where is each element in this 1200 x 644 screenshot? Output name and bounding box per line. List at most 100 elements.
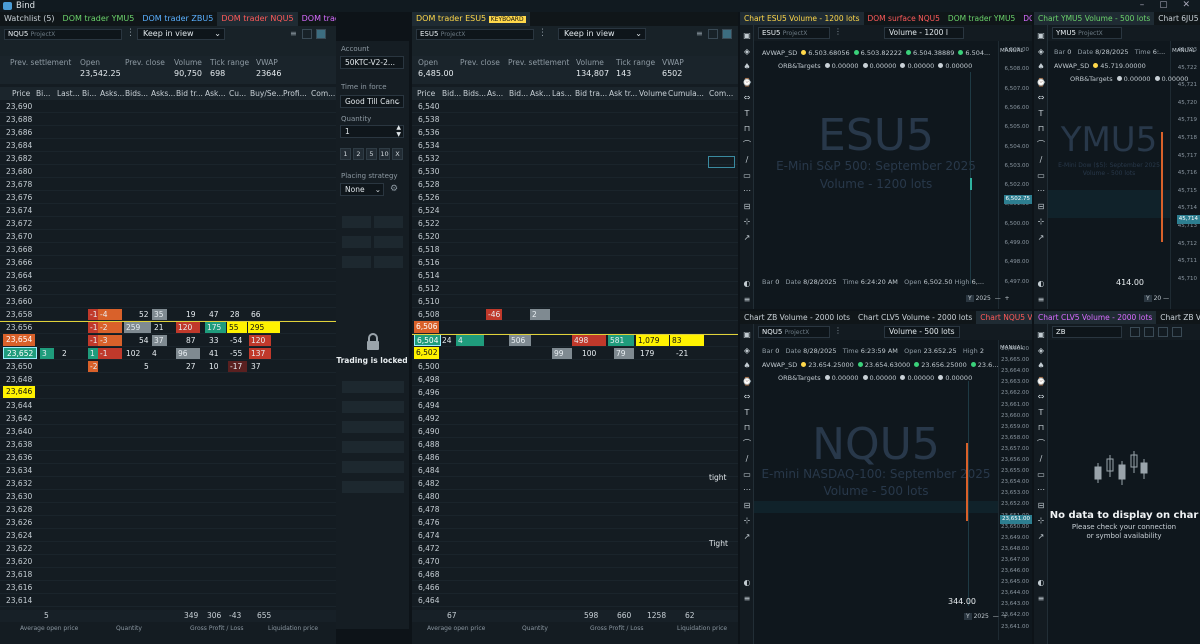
order-cell[interactable]: -1 xyxy=(88,322,98,333)
column-header-cell[interactable]: Las... xyxy=(552,89,572,98)
ladder-row[interactable]: 23,638 xyxy=(0,438,336,451)
column-header-cell[interactable]: Bid... xyxy=(442,89,461,98)
price-ladder[interactable]: 6,540 6,538 6,536 6,534 6,532 6,530 6,528 6,526… xyxy=(412,100,738,610)
qty-preset-5[interactable]: 5 xyxy=(366,148,377,160)
indicator-orb[interactable]: ORB&Targets 0.00000 0.00000 0.00000 0.00000 xyxy=(778,62,972,70)
measure-icon[interactable]: ⇔ xyxy=(1036,93,1046,103)
order-cell[interactable]: 96 xyxy=(176,348,200,359)
visibility-icon[interactable]: ◐ xyxy=(1036,279,1046,289)
indicator-orb[interactable]: ORB&Targets 0.00000 0.00000 0.00000 0.00000 xyxy=(778,374,972,382)
order-cell[interactable]: -2 xyxy=(88,361,98,372)
split-icon[interactable]: ⊟ xyxy=(1036,501,1046,511)
cursor-icon[interactable]: ▣ xyxy=(742,31,752,41)
symbol-selector[interactable]: ESU5 ProjectX xyxy=(416,29,534,40)
order-cell[interactable]: 24 xyxy=(440,335,456,346)
tab-chart-ymu5[interactable]: Chart YMU5 Volume - 500 lots xyxy=(1034,12,1155,25)
ladder-row[interactable]: 23,658 -1 -4 52 35 19 47 28 66 xyxy=(0,308,336,321)
curve-icon[interactable]: ⌒ xyxy=(1036,439,1046,449)
column-header-cell[interactable]: Last... xyxy=(57,89,80,98)
layout-fill-icon[interactable] xyxy=(722,29,732,39)
dots-icon[interactable]: ⋯ xyxy=(742,485,752,495)
ladder-row[interactable]: 23,630 xyxy=(0,490,336,503)
order-cell[interactable]: 47 xyxy=(207,309,225,320)
trend-icon[interactable]: ⊓ xyxy=(742,423,752,433)
order-cell[interactable]: 4 xyxy=(150,348,160,359)
ladder-row[interactable]: 6,514 xyxy=(412,269,738,282)
keep-in-view-select[interactable]: Keep in view ⌄ xyxy=(137,28,225,40)
crosshair-icon[interactable]: ⊹ xyxy=(742,516,752,526)
cursor-icon[interactable]: ▣ xyxy=(742,330,752,340)
ladder-row[interactable]: 23,636 xyxy=(0,451,336,464)
layers-icon[interactable]: ◈ xyxy=(742,346,752,356)
column-header-cell[interactable]: Price xyxy=(417,89,435,98)
measure-icon[interactable]: ⇔ xyxy=(742,392,752,402)
tab-dom-surface-nqu5[interactable]: DOM surface NQU5 xyxy=(864,12,944,25)
tab-chart-6ju5[interactable]: Chart 6JU5 Volu xyxy=(1154,12,1200,25)
ladder-row[interactable]: 6,526 xyxy=(412,191,738,204)
ladder-row[interactable]: 6,480 xyxy=(412,490,738,503)
arrow-icon[interactable]: ↗ xyxy=(742,532,752,542)
ladder-row[interactable]: 6,528 xyxy=(412,178,738,191)
cursor-icon[interactable]: ▣ xyxy=(1036,31,1046,41)
dots-icon[interactable]: ⋯ xyxy=(1036,485,1046,495)
ladder-row[interactable]: 6,510 xyxy=(412,295,738,308)
tab-dom-surface[interactable]: DOM surfac xyxy=(1019,12,1032,25)
order-cell[interactable]: -46 xyxy=(486,309,502,320)
order-cell[interactable]: 2 xyxy=(60,348,78,359)
crosshair-icon[interactable]: ⊹ xyxy=(742,217,752,227)
ladder-row[interactable]: 6,486 xyxy=(412,451,738,464)
split-icon[interactable]: ⊟ xyxy=(1036,202,1046,212)
order-cell[interactable]: 498 xyxy=(572,335,606,346)
order-cell[interactable]: 4 xyxy=(456,335,484,346)
layout-split-icon[interactable] xyxy=(1158,327,1168,337)
ladder-row[interactable]: 6,522 xyxy=(412,217,738,230)
ladder-row[interactable]: 23,674 xyxy=(0,204,336,217)
trend-icon[interactable]: ⊓ xyxy=(1036,423,1046,433)
ladder-row[interactable]: 23,684 xyxy=(0,139,336,152)
settings-icon[interactable]: ≡ xyxy=(290,29,297,38)
ladder-row[interactable]: 6,488 xyxy=(412,438,738,451)
ladder-row[interactable]: 6,538 xyxy=(412,113,738,126)
qty-preset-10[interactable]: 10 xyxy=(379,148,390,160)
ladder-row[interactable]: 23,654 -1 -3 54 37 87 33 -54 120 xyxy=(0,334,336,347)
column-header-cell[interactable]: Bids... xyxy=(125,89,148,98)
price-axis[interactable]: 23,666.00 23,665.00 23,664.00 23,663.00 23,6… xyxy=(998,340,1032,640)
line-icon[interactable]: ∕ xyxy=(1036,454,1046,464)
order-cell[interactable]: 259 xyxy=(124,322,151,333)
chart-interval-select[interactable]: Volume - 1200 l xyxy=(884,27,964,39)
line-icon[interactable]: ∕ xyxy=(742,155,752,165)
text-icon[interactable]: T xyxy=(1036,109,1046,119)
order-cell[interactable]: -2 xyxy=(98,322,122,333)
ladder-row[interactable]: 6,500 xyxy=(412,360,738,373)
ladder-row[interactable]: 23,614 xyxy=(0,594,336,607)
ladder-row[interactable]: 6,518 xyxy=(412,243,738,256)
order-cell[interactable]: 3 xyxy=(40,348,54,359)
measure-icon[interactable]: ⇔ xyxy=(1036,392,1046,402)
order-cell[interactable]: 87 xyxy=(184,335,202,346)
qty-clear-button[interactable]: X xyxy=(392,148,403,160)
quantity-input[interactable]: 1 ▲ ▼ xyxy=(340,124,404,138)
tab-chart-zb[interactable]: Chart ZB Volume - 2000 lots xyxy=(740,311,854,324)
ladder-row[interactable]: 6,490 xyxy=(412,425,738,438)
ladder-row[interactable]: 23,664 xyxy=(0,269,336,282)
ladder-row[interactable]: 6,474 xyxy=(412,529,738,542)
order-cell[interactable]: 2 xyxy=(530,309,550,320)
column-header-cell[interactable]: Ask... xyxy=(205,89,226,98)
tab-chart-esu5[interactable]: Chart ESU5 Volume - 1200 lots xyxy=(740,12,864,25)
order-cell[interactable]: 120 xyxy=(249,335,271,346)
ladder-row[interactable]: 23,616 xyxy=(0,581,336,594)
order-cell[interactable]: -3 xyxy=(98,335,122,346)
stepper-icon[interactable]: ▲ ▼ xyxy=(396,124,401,138)
qty-preset-2[interactable]: 2 xyxy=(353,148,364,160)
ladder-row[interactable]: 6,476 xyxy=(412,516,738,529)
ladder-row[interactable]: 23,690 xyxy=(0,100,336,113)
tab-dom-ymu5[interactable]: DOM trader YMU5 xyxy=(944,12,1019,25)
ladder-row[interactable]: 23,634 xyxy=(0,464,336,477)
ladder-row[interactable]: 23,628 xyxy=(0,503,336,516)
ladder-row[interactable]: 23,624 xyxy=(0,529,336,542)
tab-watchlist[interactable]: Watchlist (5) xyxy=(0,12,59,26)
ladder-row[interactable]: 6,536 xyxy=(412,126,738,139)
order-cell[interactable]: 100 xyxy=(580,348,606,359)
rect-icon[interactable]: ▭ xyxy=(742,470,752,480)
ladder-row[interactable]: 6,482 xyxy=(412,477,738,490)
